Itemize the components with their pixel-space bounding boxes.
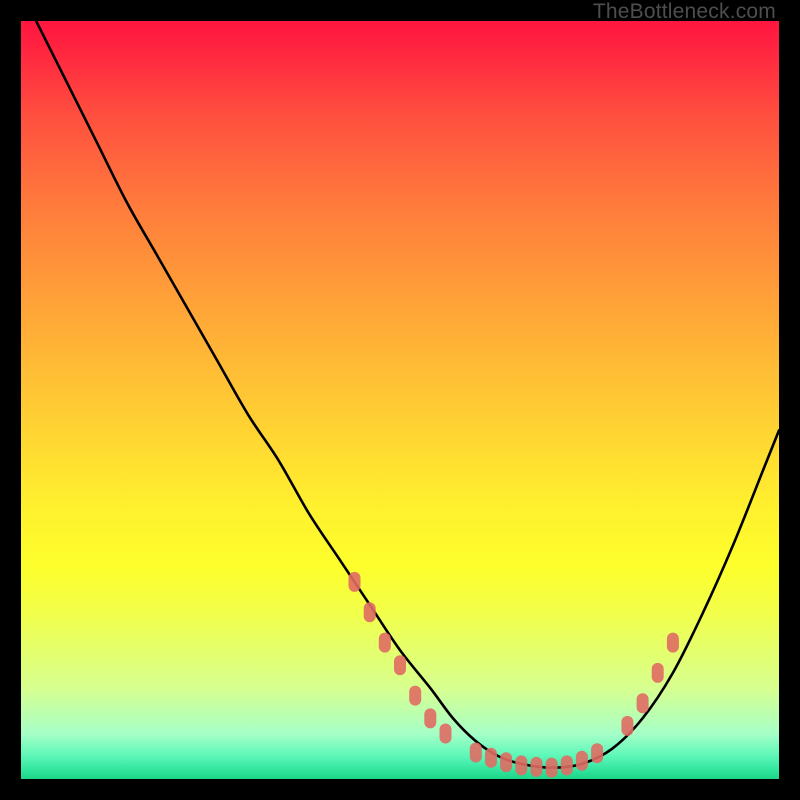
highlight-dot <box>409 686 421 706</box>
highlight-dot <box>379 633 391 653</box>
highlight-dot <box>515 755 527 775</box>
highlight-dot <box>424 708 436 728</box>
bottleneck-curve <box>36 21 779 768</box>
highlight-dot <box>485 748 497 768</box>
highlight-dot <box>364 602 376 622</box>
plot-area <box>21 21 779 779</box>
highlight-dot <box>561 755 573 775</box>
highlight-dot <box>546 758 558 778</box>
highlight-dot <box>500 752 512 772</box>
curve-layer <box>36 21 779 768</box>
highlight-dot <box>576 751 588 771</box>
highlight-dot <box>621 716 633 736</box>
highlight-dot <box>637 693 649 713</box>
dots-layer <box>349 572 679 778</box>
highlight-dot <box>470 743 482 763</box>
chart-frame: TheBottleneck.com <box>0 0 800 800</box>
highlight-dot <box>440 724 452 744</box>
highlight-dot <box>349 572 361 592</box>
highlight-dot <box>394 655 406 675</box>
highlight-dot <box>667 633 679 653</box>
highlight-dot <box>591 743 603 763</box>
chart-svg <box>21 21 779 779</box>
highlight-dot <box>652 663 664 683</box>
highlight-dot <box>530 757 542 777</box>
